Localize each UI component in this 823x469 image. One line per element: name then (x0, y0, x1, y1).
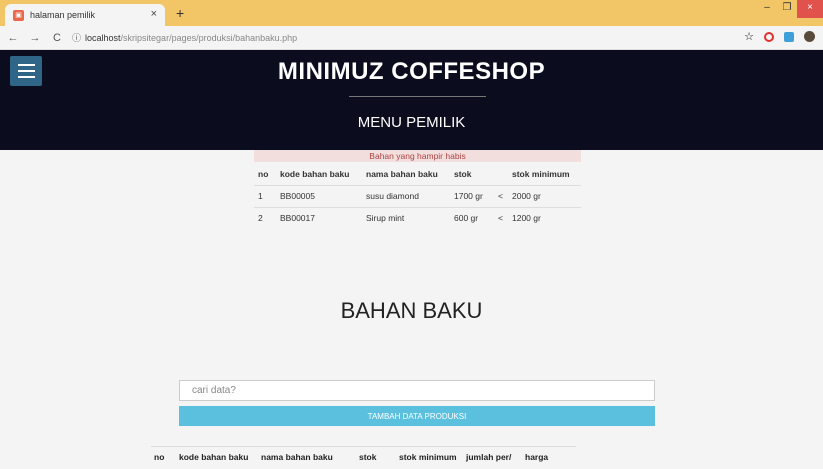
low-stock-table: no kode bahan baku nama bahan baku stok … (254, 163, 581, 229)
add-production-button[interactable]: TAMBAH DATA PRODUKSI (179, 406, 655, 426)
column-header: harga (525, 452, 549, 462)
low-stock-alert: Bahan yang hampir habis (254, 150, 581, 162)
back-icon[interactable]: ← (4, 32, 22, 44)
url-path: /skripsitegar/pages/produksi/bahanbaku.p… (120, 32, 298, 43)
column-header (494, 163, 508, 185)
column-header: stok (359, 452, 377, 462)
column-header: stok minimum (512, 168, 570, 179)
column-header: jumlah per/ (466, 452, 512, 462)
table-cell: 1200 gr (508, 206, 581, 229)
opera-icon[interactable] (764, 31, 774, 42)
favicon-icon: ▣ (13, 9, 24, 21)
address-bar: ← → C ⓘ localhost/skripsitegar/pages/pro… (0, 26, 823, 50)
column-header: no (154, 452, 165, 462)
new-tab-icon[interactable]: + (176, 5, 184, 21)
main-table-header: no kode bahan baku nama bahan baku stok … (154, 452, 565, 462)
table-cell: Sirup mint (362, 206, 450, 229)
table-row: 1 BB00005 susu diamond 1700 gr < 2000 gr (254, 184, 581, 207)
restore-icon[interactable]: ❐ (777, 0, 797, 18)
info-icon[interactable]: ⓘ (72, 31, 81, 44)
column-header: stok minimum (399, 452, 457, 462)
search-input[interactable] (179, 380, 655, 401)
table-cell: < (494, 184, 508, 207)
tab-bar: ▣ halaman pemilik × + – ❐ × (0, 0, 823, 26)
bookmark-star-icon[interactable]: ☆ (744, 30, 754, 43)
table-row: 2 BB00017 Sirup mint 600 gr < 1200 gr (254, 206, 581, 229)
forward-icon[interactable]: → (26, 32, 44, 44)
table-divider (151, 446, 576, 447)
table-cell: 2 (254, 206, 276, 229)
window-close-icon[interactable]: × (797, 0, 823, 18)
profile-avatar[interactable] (804, 31, 815, 42)
tab-close-icon[interactable]: × (151, 8, 157, 20)
browser-tab[interactable]: ▣ halaman pemilik × (5, 4, 165, 26)
browser-extensions: ☆ (744, 30, 815, 43)
extension-icon[interactable] (784, 31, 794, 42)
url-host: localhost (85, 32, 121, 43)
table-cell: 1700 gr (450, 184, 494, 207)
minimize-icon[interactable]: – (757, 0, 777, 18)
table-cell: < (494, 206, 508, 229)
table-cell: 600 gr (450, 206, 494, 229)
column-header: no (258, 168, 269, 179)
page-header: MINIMUZ COFFESHOP MENU PEMILIK (0, 50, 823, 150)
table-cell: 2000 gr (508, 184, 581, 207)
table-header-row: no kode bahan baku nama bahan baku stok … (254, 163, 581, 185)
column-header: kode bahan baku (179, 452, 249, 462)
menu-title: MENU PEMILIK (357, 114, 466, 131)
brand-title: MINIMUZ COFFESHOP (277, 58, 546, 85)
table-cell: susu diamond (362, 184, 450, 207)
column-header: nama bahan baku (261, 452, 333, 462)
tab-title: halaman pemilik (30, 10, 96, 20)
page-title: BAHAN BAKU (340, 298, 483, 323)
column-header: nama bahan baku (366, 168, 438, 179)
column-header: stok (454, 168, 472, 179)
window-controls: – ❐ × (757, 0, 823, 18)
column-header: kode bahan baku (280, 168, 350, 179)
url-field[interactable]: ⓘ localhost/skripsitegar/pages/produksi/… (72, 31, 297, 44)
table-cell: 1 (254, 184, 276, 207)
header-divider (349, 96, 486, 97)
table-cell: BB00005 (276, 184, 362, 207)
reload-icon[interactable]: C (48, 32, 66, 44)
table-cell: BB00017 (276, 206, 362, 229)
